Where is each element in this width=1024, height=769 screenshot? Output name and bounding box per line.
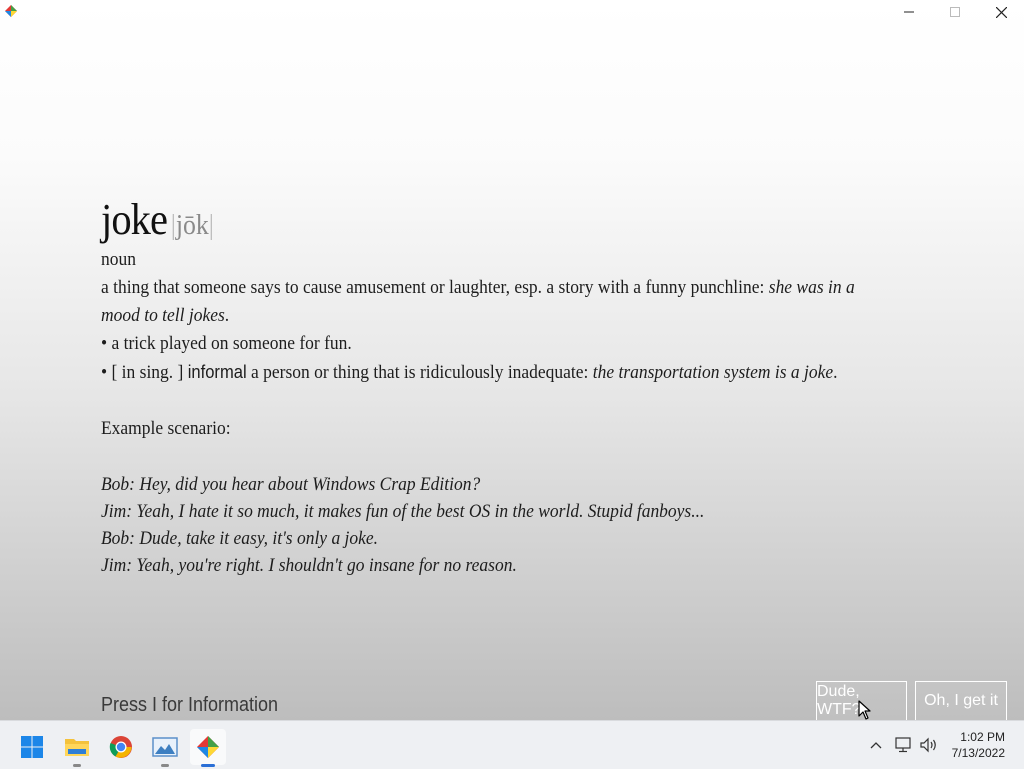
dialog-line-2: Jim: Yeah, I hate it so much, it makes f… <box>101 501 705 522</box>
show-hidden-icons-button[interactable] <box>865 735 887 755</box>
taskbar-game-app[interactable] <box>190 729 226 767</box>
minimize-icon <box>904 11 914 13</box>
taskbar-file-explorer[interactable] <box>59 729 95 767</box>
definition-3-prefix: • [ in sing. ] <box>101 362 188 383</box>
definition-1-text: a thing that someone says to cause amuse… <box>101 277 769 298</box>
volume-icon <box>920 737 936 753</box>
definition-3: • [ in sing. ] informal a person or thin… <box>101 358 874 387</box>
definition-3-end: . <box>833 362 838 383</box>
network-button[interactable] <box>893 735 915 755</box>
press-info-hint: Press I for Information <box>101 694 279 716</box>
dialog-line-1: Bob: Hey, did you hear about Windows Cra… <box>101 474 481 495</box>
close-icon <box>995 6 1007 18</box>
mouse-cursor-icon <box>858 700 871 720</box>
definition-2: • a trick played on someone for fun. <box>101 333 352 354</box>
headword: joke <box>101 195 168 244</box>
dictionary-entry: joke |jōk| noun a thing that someone say… <box>101 194 874 579</box>
close-button[interactable] <box>978 0 1024 24</box>
informal-label: informal <box>187 362 247 382</box>
maximize-button[interactable] <box>932 0 978 24</box>
clock-date: 7/13/2022 <box>951 746 1005 760</box>
windows-start-icon <box>21 736 43 758</box>
clock-time: 1:02 PM <box>960 730 1005 744</box>
chrome-icon <box>109 736 132 758</box>
minimize-button[interactable] <box>886 0 932 24</box>
game-window: joke |jōk| noun a thing that someone say… <box>0 0 1024 721</box>
part-of-speech: noun <box>101 249 136 270</box>
pronunciation-text: jōk <box>175 210 209 241</box>
system-clock[interactable]: 1:02 PM 7/13/2022 <box>952 729 1005 761</box>
volume-button[interactable] <box>918 735 940 755</box>
colorful-diamond-icon <box>5 5 17 17</box>
network-icon <box>895 737 911 753</box>
taskbar-chrome[interactable] <box>103 729 139 765</box>
dialog-line-4: Jim: Yeah, you're right. I shouldn't go … <box>101 555 517 576</box>
image-viewer-icon <box>152 737 178 757</box>
taskbar <box>0 720 1024 769</box>
definition-3-text: a person or thing that is ridiculously i… <box>246 362 593 383</box>
headword-row: joke |jōk| <box>101 194 874 246</box>
window-controls <box>886 0 1024 24</box>
pronunciation: |jōk| <box>170 210 214 241</box>
oh-i-get-it-button[interactable]: Oh, I get it <box>915 681 1007 721</box>
maximize-icon <box>950 7 960 17</box>
chevron-up-icon <box>870 742 882 749</box>
definition-3-example: the transportation system is a joke <box>592 362 834 383</box>
file-explorer-icon <box>65 739 89 756</box>
start-button[interactable] <box>14 729 50 765</box>
taskbar-image-viewer[interactable] <box>147 729 183 767</box>
scenario-heading: Example scenario: <box>101 418 231 439</box>
colorful-diamond-app-icon <box>197 736 219 758</box>
definition-1-end: . <box>224 305 230 326</box>
definition-1: a thing that someone says to cause amuse… <box>101 274 874 330</box>
dialog-line-3: Bob: Dude, take it easy, it's only a jok… <box>101 528 379 549</box>
